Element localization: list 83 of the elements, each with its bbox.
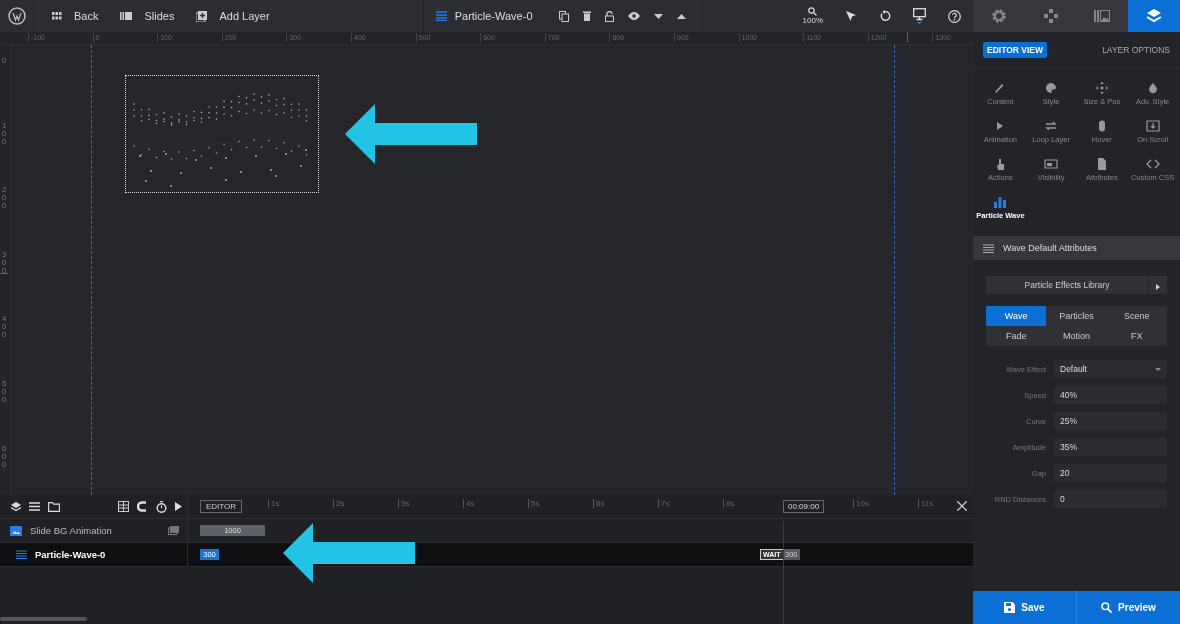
close-icon[interactable] xyxy=(957,501,967,511)
layer-name[interactable]: Particle-Wave-0 xyxy=(35,549,179,560)
wave-effect-dropdown[interactable]: Default xyxy=(1054,360,1167,378)
layers-tab[interactable] xyxy=(1128,0,1180,32)
grid-icon xyxy=(52,12,62,20)
layer-name[interactable]: Slide BG Animation xyxy=(30,525,160,536)
time-mark: 11s xyxy=(918,499,934,508)
effect-tab[interactable]: Fade xyxy=(986,326,1047,346)
input-field[interactable]: 40% xyxy=(1054,386,1167,404)
search-icon xyxy=(1101,602,1113,613)
slides-icon xyxy=(1094,10,1111,22)
trash-icon[interactable] xyxy=(582,11,591,21)
wave-layer-icon xyxy=(435,11,447,21)
duplicate-icon[interactable] xyxy=(558,10,569,22)
list-icon[interactable] xyxy=(29,502,40,511)
effect-tab[interactable]: Scene xyxy=(1106,306,1167,326)
chart-icon xyxy=(993,196,1008,208)
screen-icon xyxy=(1044,158,1059,170)
image-icon xyxy=(10,525,22,536)
layer-options-link[interactable]: LAYER OPTIONS xyxy=(1102,45,1170,55)
add-layer-icon xyxy=(196,10,208,22)
help-icon[interactable] xyxy=(948,9,961,23)
ruler-label: 200 xyxy=(2,186,7,211)
time-mark: 1s xyxy=(268,499,280,508)
zoom-button[interactable]: 100% xyxy=(802,7,823,25)
wave-layer-icon xyxy=(16,550,27,559)
lock-icon[interactable] xyxy=(604,10,614,22)
editor-button[interactable]: EDITOR xyxy=(200,500,243,513)
pointer-icon[interactable] xyxy=(845,10,857,22)
section-header[interactable]: Wave Default Attributes xyxy=(973,236,1180,260)
layers-icon[interactable] xyxy=(11,501,21,512)
horizontal-scrollbar[interactable] xyxy=(0,617,87,621)
input-field[interactable]: 20 xyxy=(1054,464,1167,482)
back-button[interactable]: Back xyxy=(52,4,99,28)
ruler-label: 400 xyxy=(2,315,7,340)
effect-tab[interactable]: Particles xyxy=(1046,306,1107,326)
current-time: 00:09:00 xyxy=(783,500,825,513)
magnet-icon[interactable] xyxy=(137,501,148,512)
preview-button[interactable]: Preview xyxy=(1076,591,1180,624)
library-arrow-button[interactable] xyxy=(1149,276,1167,294)
slides-button[interactable]: Slides xyxy=(120,4,175,28)
caret-down-icon[interactable] xyxy=(653,13,663,19)
ruler-label: 500 xyxy=(2,380,7,404)
ruler-label: 100 xyxy=(2,121,7,146)
add-layer-button[interactable]: Add Layer xyxy=(196,4,270,28)
caret-right-icon xyxy=(1156,283,1160,290)
effect-tab[interactable]: FX xyxy=(1106,326,1167,346)
ruler-label: 600 xyxy=(2,444,7,469)
time-mark: 10s xyxy=(853,499,869,508)
time-mark: 5s xyxy=(528,499,540,508)
eye-icon[interactable] xyxy=(627,12,640,20)
loop-icon xyxy=(1044,120,1059,132)
layers-icon xyxy=(1146,8,1163,24)
desktop-icon[interactable] xyxy=(913,8,926,24)
input-field[interactable]: 0 xyxy=(1054,490,1167,508)
four-squares-icon xyxy=(1042,8,1059,24)
scroll-icon xyxy=(1145,120,1160,132)
grid-icon[interactable] xyxy=(118,501,129,512)
section-title: Wave Default Attributes xyxy=(1003,243,1097,253)
input-field[interactable]: 25% xyxy=(1054,412,1167,430)
particle-effects-library-button[interactable]: Particle Effects Library xyxy=(986,276,1148,294)
gear-icon xyxy=(990,8,1007,24)
ruler-label: 0 xyxy=(2,57,7,65)
input-field[interactable]: 35% xyxy=(1054,438,1167,456)
move-icon xyxy=(1094,82,1109,94)
stopwatch-icon[interactable] xyxy=(156,500,167,513)
palette-icon xyxy=(1044,82,1059,94)
code-icon xyxy=(1145,158,1160,170)
editor-view-badge[interactable]: EDITOR VIEW xyxy=(983,42,1048,58)
play-icon[interactable] xyxy=(175,502,182,511)
ruler-label: 300 xyxy=(2,250,7,275)
effect-tab[interactable]: Motion xyxy=(1046,326,1107,346)
time-mark: 7s xyxy=(658,499,670,508)
search-icon xyxy=(808,7,818,16)
effect-tab[interactable]: Wave xyxy=(986,306,1047,326)
undo-icon[interactable] xyxy=(879,10,891,22)
layer-name[interactable]: Particle-Wave-0 xyxy=(435,10,533,22)
time-mark: 6s xyxy=(593,499,605,508)
wave-layer-icon xyxy=(983,243,994,253)
caret-up-icon[interactable] xyxy=(676,13,686,19)
caret-down-icon xyxy=(1155,367,1161,371)
slides-icon xyxy=(120,12,133,20)
save-button[interactable]: Save xyxy=(973,591,1076,624)
